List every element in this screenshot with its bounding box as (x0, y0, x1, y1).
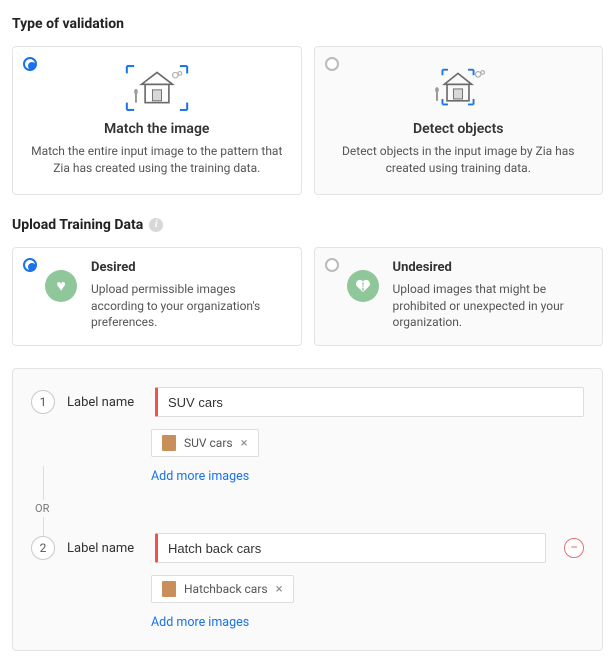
validation-cards-row: Match the image Match the entire input i… (12, 46, 603, 195)
match-image-illustration (27, 63, 287, 113)
detect-objects-illustration (329, 63, 589, 113)
remove-chip-icon[interactable]: × (241, 436, 248, 451)
file-chip-row-2: Hatchback cars × (31, 575, 584, 603)
match-image-title: Match the image (27, 121, 287, 137)
info-icon[interactable]: i (149, 218, 163, 232)
label-name-input-2[interactable] (155, 533, 546, 563)
zip-icon (162, 435, 176, 451)
label-name-text-2: Label name (67, 541, 143, 556)
file-chip-suv[interactable]: SUV cars × (151, 429, 259, 457)
match-image-desc: Match the entire input image to the patt… (27, 143, 287, 178)
match-image-card[interactable]: Match the image Match the entire input i… (12, 46, 302, 195)
add-images-link-2[interactable]: Add more images (31, 615, 584, 630)
detect-objects-desc: Detect objects in the input image by Zia… (329, 143, 589, 178)
validation-section-title: Type of validation (12, 16, 603, 32)
step-2-badge: 2 (31, 536, 55, 560)
file-chip-suv-label: SUV cars (184, 436, 233, 450)
desired-title: Desired (91, 260, 287, 275)
training-title-text: Upload Training Data (12, 217, 143, 233)
desired-radio[interactable] (23, 258, 37, 272)
heart-icon: ♥ (45, 270, 77, 302)
file-chip-hatchback-label: Hatchback cars (184, 582, 268, 596)
step-1-badge: 1 (31, 390, 55, 414)
file-chip-hatchback[interactable]: Hatchback cars × (151, 575, 294, 603)
add-images-link-1[interactable]: Add more images (31, 469, 584, 484)
detect-objects-title: Detect objects (329, 121, 589, 137)
label-name-input-1[interactable] (155, 387, 584, 417)
house-icon (426, 63, 490, 113)
or-divider: OR (31, 502, 584, 515)
connector-line-top (43, 466, 44, 500)
training-cards-row: ♥ Desired Upload permissible images acco… (12, 247, 603, 346)
undesired-radio[interactable] (325, 258, 339, 272)
zip-icon (162, 581, 176, 597)
undesired-title: Undesired (393, 260, 589, 275)
remove-chip-icon[interactable]: × (276, 582, 283, 597)
label-row-2: 2 Label name − (31, 533, 584, 563)
match-image-radio[interactable] (23, 57, 37, 71)
training-section-title: Upload Training Data i (12, 217, 603, 233)
detect-objects-radio[interactable] (325, 57, 339, 71)
broken-heart-icon (347, 270, 379, 302)
detect-objects-card[interactable]: Detect objects Detect objects in the inp… (314, 46, 604, 195)
delete-label-button[interactable]: − (564, 538, 584, 558)
or-text: OR (35, 502, 49, 515)
house-icon (125, 63, 189, 113)
undesired-card[interactable]: Undesired Upload images that might be pr… (314, 247, 604, 346)
label-name-text-1: Label name (67, 395, 143, 410)
label-row-1: 1 Label name (31, 387, 584, 417)
desired-desc: Upload permissible images according to y… (91, 281, 287, 331)
desired-card[interactable]: ♥ Desired Upload permissible images acco… (12, 247, 302, 346)
undesired-desc: Upload images that might be prohibited o… (393, 281, 589, 331)
file-chip-row-1: SUV cars × (31, 429, 584, 457)
